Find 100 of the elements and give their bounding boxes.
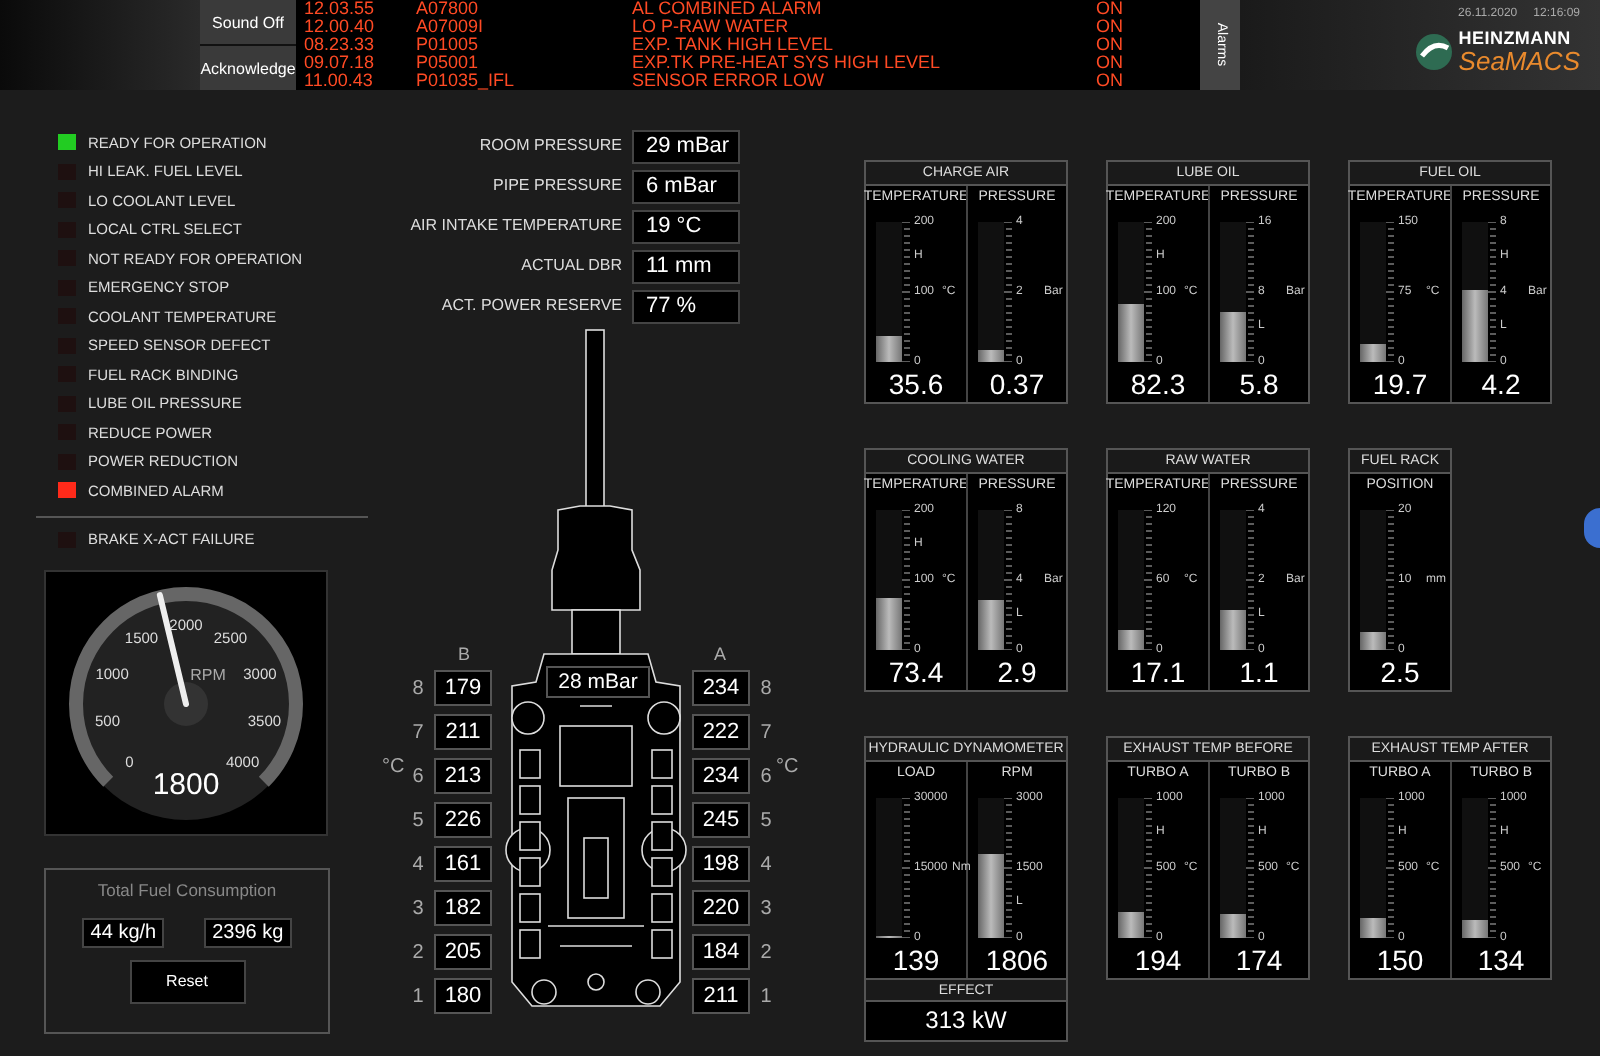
scale-ticks bbox=[902, 222, 912, 362]
alarm-text: EXP.TK PRE-HEAT SYS HIGH LEVEL bbox=[632, 54, 943, 72]
scale-ticks bbox=[1144, 798, 1154, 938]
scale-ticks bbox=[1488, 222, 1498, 362]
cylinder-temperature: 226 bbox=[434, 802, 492, 838]
bank-label: A bbox=[714, 642, 727, 666]
reading-value: 11 mm bbox=[632, 249, 740, 283]
effect-value: 313 kW bbox=[923, 1004, 1009, 1038]
alarm-code: P01005 bbox=[416, 36, 481, 54]
alarm-state: ON bbox=[1096, 18, 1125, 36]
rpm-value: 1800 bbox=[152, 768, 220, 802]
logo-icon bbox=[1414, 32, 1455, 72]
scale-ticks bbox=[902, 798, 912, 938]
unit-label: °C bbox=[382, 753, 407, 781]
product-name: SeaMACS bbox=[1458, 48, 1580, 74]
scale-ticks bbox=[1004, 510, 1014, 650]
brand-name: HEINZMANN bbox=[1458, 30, 1573, 48]
reading-label: ACTUAL DBR bbox=[521, 254, 622, 278]
reading-label: PIPE PRESSURE bbox=[493, 174, 622, 198]
cylinder-number: 7 bbox=[410, 719, 426, 747]
alarm-state: ON bbox=[1096, 0, 1125, 18]
meter-value: 17.1 bbox=[1130, 654, 1186, 690]
cylinder-number: 4 bbox=[410, 851, 426, 879]
cylinder-number: 7 bbox=[758, 719, 774, 747]
cylinder-number: 3 bbox=[758, 895, 774, 923]
scale-ticks bbox=[1144, 510, 1154, 650]
meter-value: 5.8 bbox=[1239, 366, 1279, 402]
reading-label: ACT. POWER RESERVE bbox=[441, 294, 622, 318]
meter-value: 2.5 bbox=[1380, 654, 1420, 690]
cylinder-temperature: 180 bbox=[434, 978, 492, 1014]
alarm-code: P01035_IFL bbox=[416, 72, 517, 90]
alarm-text: AL COMBINED ALARM bbox=[632, 0, 824, 18]
meter-value: 82.3 bbox=[1130, 366, 1186, 402]
scale-ticks bbox=[902, 510, 912, 650]
meter-value: 1806 bbox=[985, 942, 1049, 978]
alarm-state: ON bbox=[1096, 36, 1125, 54]
cylinder-temperature: 245 bbox=[692, 802, 750, 838]
side-panel-tab[interactable] bbox=[1584, 508, 1600, 548]
scale-ticks bbox=[1386, 798, 1396, 938]
alarm-code: A07800 bbox=[416, 0, 481, 18]
meter-value: 134 bbox=[1477, 942, 1525, 978]
cylinder-temperature: 211 bbox=[692, 978, 750, 1014]
pressure-value: 28 mBar bbox=[546, 666, 650, 698]
reading-label: ROOM PRESSURE bbox=[479, 134, 622, 158]
reading-value: 29 mBar bbox=[632, 129, 740, 163]
scale-ticks bbox=[1246, 222, 1256, 362]
scale-ticks bbox=[1004, 222, 1014, 362]
alarm-state: ON bbox=[1096, 54, 1125, 72]
meter-value: 174 bbox=[1235, 942, 1283, 978]
scale-ticks bbox=[1246, 798, 1256, 938]
reset-button[interactable]: Reset bbox=[129, 959, 245, 1004]
cylinder-number: 3 bbox=[410, 895, 426, 923]
alarm-state: ON bbox=[1096, 72, 1125, 90]
cylinder-number: 5 bbox=[758, 807, 774, 835]
meter-value: 139 bbox=[892, 942, 940, 978]
alarm-text: LO P-RAW WATER bbox=[632, 18, 791, 36]
reading-label: AIR INTAKE TEMPERATURE bbox=[410, 214, 622, 238]
gauge-hub bbox=[164, 682, 208, 726]
alarm-time: 12.00.40 bbox=[304, 18, 377, 36]
scale-ticks bbox=[1246, 510, 1256, 650]
reading-value: 77 % bbox=[632, 289, 740, 323]
cylinder-temperature: 211 bbox=[434, 714, 492, 750]
cylinder-temperature: 213 bbox=[434, 758, 492, 794]
cylinder-number: 2 bbox=[410, 939, 426, 967]
bank-label: B bbox=[457, 642, 470, 666]
cylinder-temperature: 198 bbox=[692, 846, 750, 882]
alarm-time: 09.07.18 bbox=[304, 54, 377, 72]
scale-ticks bbox=[1488, 798, 1498, 938]
fuel-total-value: 2396 kg bbox=[204, 917, 292, 948]
alarm-text: EXP. TANK HIGH LEVEL bbox=[632, 36, 836, 54]
alarm-button[interactable]: Sound Off bbox=[200, 0, 296, 44]
alarm-time: 12.03.55 bbox=[304, 0, 377, 18]
cylinder-number: 4 bbox=[758, 851, 774, 879]
unit-label: °C bbox=[776, 753, 801, 781]
reading-value: 19 °C bbox=[632, 209, 740, 243]
reading-value: 6 mBar bbox=[632, 169, 740, 203]
cylinder-temperature: 205 bbox=[434, 934, 492, 970]
cylinder-temperature: 182 bbox=[434, 890, 492, 926]
meter-value: 0.37 bbox=[989, 366, 1045, 402]
meter-value: 4.2 bbox=[1481, 366, 1521, 402]
meter-value: 2.9 bbox=[997, 654, 1037, 690]
meter-value: 35.6 bbox=[888, 366, 944, 402]
cylinder-temperature: 234 bbox=[692, 758, 750, 794]
cylinder-number: 8 bbox=[410, 675, 426, 703]
cylinder-number: 8 bbox=[758, 675, 774, 703]
scale-ticks bbox=[1386, 222, 1396, 362]
alarm-time: 08.23.33 bbox=[304, 36, 377, 54]
cylinder-temperature: 234 bbox=[692, 670, 750, 706]
meter-value: 73.4 bbox=[888, 654, 944, 690]
meter-value: 1.1 bbox=[1239, 654, 1279, 690]
cylinder-number: 5 bbox=[410, 807, 426, 835]
cylinder-number: 6 bbox=[758, 763, 774, 791]
scale-ticks bbox=[1144, 222, 1154, 362]
cylinder-temperature: 184 bbox=[692, 934, 750, 970]
cylinder-temperature: 179 bbox=[434, 670, 492, 706]
alarm-text: SENSOR ERROR LOW bbox=[632, 72, 827, 90]
cylinder-number: 6 bbox=[410, 763, 426, 791]
alarm-button[interactable]: Acknowledge bbox=[200, 46, 296, 90]
panel-title: Total Fuel Consumption bbox=[97, 878, 277, 904]
meter-value: 19.7 bbox=[1372, 366, 1428, 402]
